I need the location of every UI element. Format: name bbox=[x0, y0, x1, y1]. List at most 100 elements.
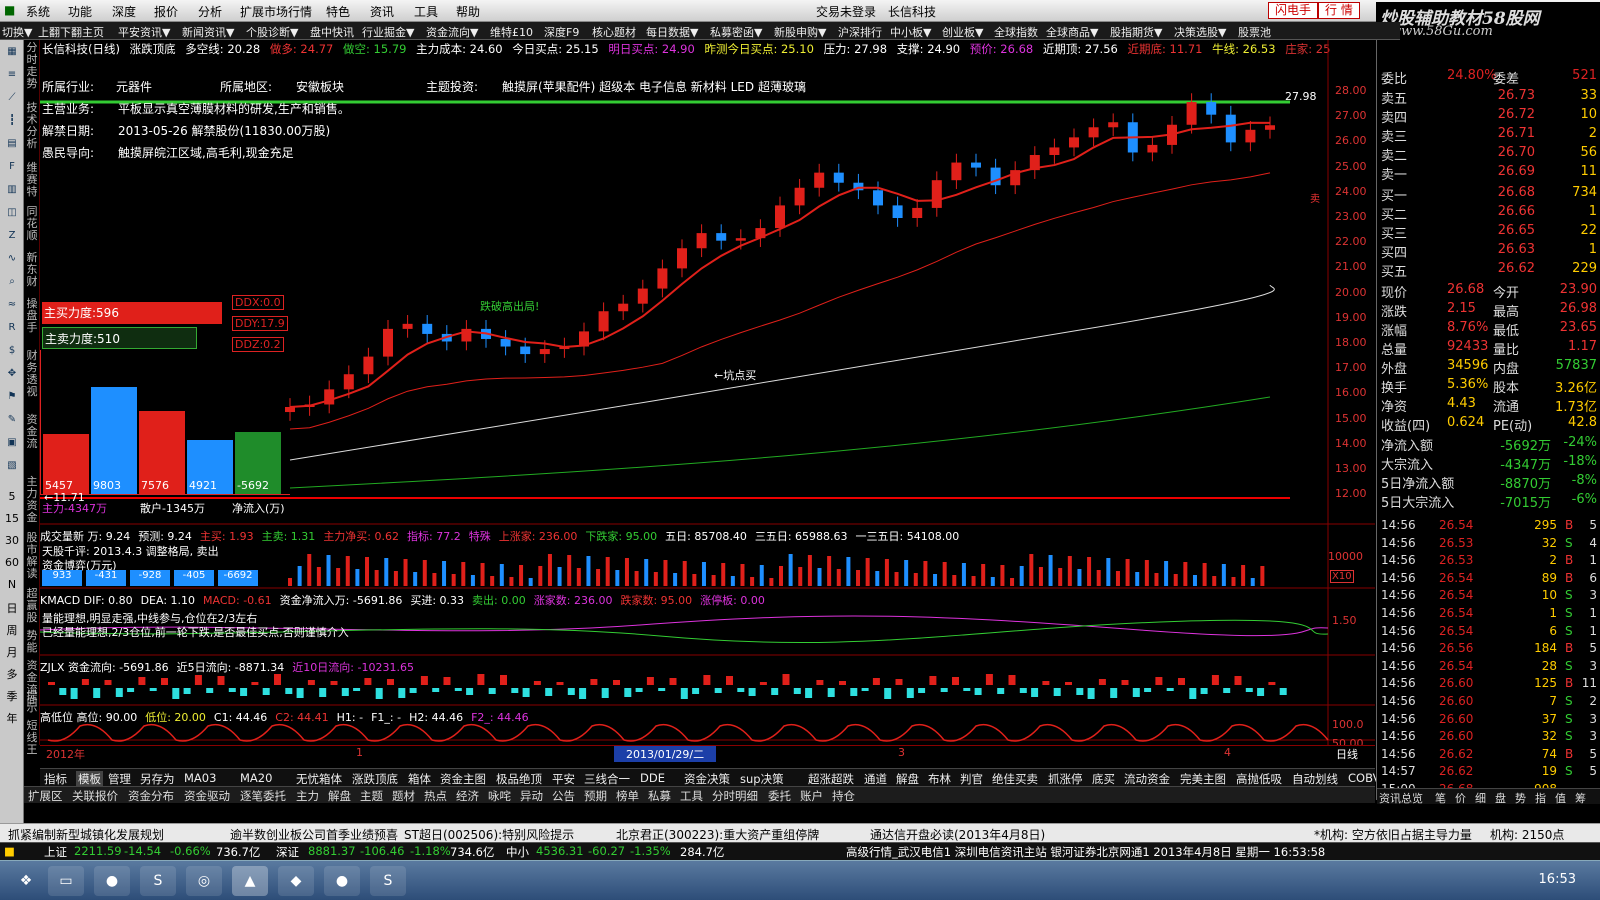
news-item[interactable]: 逾半数创业板公司首季业绩预喜 bbox=[230, 826, 398, 843]
order-book-row[interactable]: 卖四 26.72 10 bbox=[1381, 107, 1597, 126]
vertical-tab[interactable]: 股市解读 bbox=[24, 532, 40, 580]
news-item[interactable]: 北京君正(300223):重大资产重组停牌 bbox=[616, 826, 819, 843]
vertical-tab[interactable]: 主力资金 bbox=[24, 476, 40, 524]
vertical-tab[interactable]: 超赢股 bbox=[24, 588, 40, 624]
extension-tab[interactable]: 分时明细 bbox=[712, 788, 758, 804]
quote-tab[interactable]: 势 bbox=[1515, 790, 1526, 806]
extension-tab[interactable]: 咏咤 bbox=[488, 788, 511, 804]
start-icon[interactable]: ❖ bbox=[8, 866, 44, 896]
indicator-tab[interactable]: 模板 bbox=[76, 771, 103, 787]
indicator-tab[interactable]: 另存为 bbox=[140, 771, 175, 787]
period-button[interactable]: 30 bbox=[3, 534, 21, 550]
flash-trade-button[interactable]: 闪电手 bbox=[1268, 2, 1319, 19]
order-book-row[interactable]: 卖三 26.71 2 bbox=[1381, 126, 1597, 145]
vertical-tab[interactable]: 短线王 bbox=[24, 720, 40, 756]
extension-tab[interactable]: 资金分布 bbox=[128, 788, 174, 804]
indicator-tab[interactable]: 平安 bbox=[552, 771, 575, 787]
extension-tab[interactable]: 账户 bbox=[800, 788, 823, 804]
list-icon[interactable]: ≡ bbox=[3, 69, 21, 85]
toolbar-item[interactable]: 维特£10 bbox=[490, 24, 533, 40]
indicator-tab[interactable]: sup决策 bbox=[740, 771, 784, 787]
indicator-tab[interactable]: MA20 bbox=[240, 771, 272, 785]
extension-tab[interactable]: 工具 bbox=[680, 788, 703, 804]
extension-tab[interactable]: 扩展区 bbox=[28, 788, 63, 804]
app-icon-4[interactable]: ◆ bbox=[278, 866, 314, 896]
toolbar-item[interactable]: 核心题材 bbox=[592, 24, 636, 40]
indicator-tab[interactable]: 指标 bbox=[44, 771, 67, 787]
pencil-icon[interactable]: ✎ bbox=[3, 414, 21, 430]
quote-mode-button[interactable]: 行 情 bbox=[1318, 2, 1360, 19]
period-button[interactable]: 60 bbox=[3, 556, 21, 572]
toolbar-item[interactable]: 私募密函▼ bbox=[710, 24, 762, 40]
indicator-tab[interactable]: 自动划线 bbox=[1292, 771, 1338, 787]
extension-tab[interactable]: 委托 bbox=[768, 788, 791, 804]
stock-app-icon[interactable]: ▲ bbox=[232, 866, 268, 896]
move-icon[interactable]: ✥ bbox=[3, 368, 21, 384]
toolbar-item[interactable]: 平安资讯▼ bbox=[118, 24, 170, 40]
vertical-tab[interactable]: 财务透视 bbox=[24, 350, 40, 398]
order-book-row[interactable]: 买一 26.68 734 bbox=[1381, 185, 1597, 204]
vertical-tab[interactable]: 势能 bbox=[24, 630, 40, 654]
indicator-tab[interactable]: 无忧箱体 bbox=[296, 771, 342, 787]
indicator-tab[interactable]: MA03 bbox=[184, 771, 216, 785]
toolbar-item[interactable]: 新闻资讯▼ bbox=[182, 24, 234, 40]
trend-icon[interactable]: ∿ bbox=[3, 253, 21, 269]
vertical-tab[interactable]: 新东财 bbox=[24, 252, 40, 288]
app-logo-icon[interactable]: ■ bbox=[4, 3, 15, 17]
extension-tab[interactable]: 公告 bbox=[552, 788, 575, 804]
toolbar-item[interactable]: 盘中快讯 bbox=[310, 24, 354, 40]
order-book-row[interactable]: 买三 26.65 22 bbox=[1381, 223, 1597, 242]
indicator-tab[interactable]: 解盘 bbox=[896, 771, 919, 787]
menu-ext-market[interactable]: 扩展市场行情 bbox=[240, 3, 312, 20]
extension-tab[interactable]: 异动 bbox=[520, 788, 543, 804]
period-button[interactable]: 年 bbox=[3, 710, 21, 726]
quote-tab[interactable]: 值 bbox=[1555, 790, 1566, 806]
period-button[interactable]: 季 bbox=[3, 688, 21, 704]
rsi-icon[interactable]: R bbox=[3, 322, 21, 338]
menu-feature[interactable]: 特色 bbox=[326, 3, 350, 20]
indicator-tab[interactable]: 箱体 bbox=[408, 771, 431, 787]
vertical-tab[interactable]: 技术分析 bbox=[24, 102, 40, 150]
menu-help[interactable]: 帮助 bbox=[456, 3, 480, 20]
extension-tab[interactable]: 私募 bbox=[648, 788, 671, 804]
indicator-tab[interactable]: 流动资金 bbox=[1124, 771, 1170, 787]
extension-tab[interactable]: 关联报价 bbox=[72, 788, 118, 804]
quote-tab[interactable]: 笔 bbox=[1435, 790, 1446, 806]
kline-icon[interactable]: ┇ bbox=[3, 115, 21, 131]
vertical-tab[interactable]: 分时走势 bbox=[24, 42, 40, 90]
news-item[interactable]: ST超日(002506):特别风险提示 bbox=[404, 826, 574, 843]
order-book-row[interactable]: 卖一 26.69 11 bbox=[1381, 164, 1597, 183]
menu-function[interactable]: 功能 bbox=[68, 3, 92, 20]
news-item[interactable]: 通达信开盘必读(2013年4月8日) bbox=[870, 826, 1045, 843]
quote-tab[interactable]: 价 bbox=[1455, 790, 1466, 806]
period-label[interactable]: 日线 bbox=[1336, 746, 1358, 762]
toolbar-item[interactable]: 沪深排行 bbox=[838, 24, 882, 40]
indicator-tab[interactable]: 超涨超跌 bbox=[808, 771, 854, 787]
menu-system[interactable]: 系统 bbox=[26, 3, 50, 20]
toolbar-item[interactable]: 创业板▼ bbox=[942, 24, 983, 40]
sh-label[interactable]: 上证 bbox=[44, 844, 67, 860]
indicator-tab[interactable]: 管理 bbox=[108, 771, 131, 787]
explorer-icon[interactable]: ▭ bbox=[48, 866, 84, 896]
grid-icon[interactable]: ▦ bbox=[3, 46, 21, 62]
indicator-tab[interactable]: 高抛低吸 bbox=[1236, 771, 1282, 787]
news-item[interactable]: *机构: 空方依旧占据主导力量 bbox=[1314, 826, 1472, 843]
extension-tab[interactable]: 榜单 bbox=[616, 788, 639, 804]
quote-tab[interactable]: 盘 bbox=[1495, 790, 1506, 806]
fio-icon[interactable]: F bbox=[3, 161, 21, 177]
order-book-row[interactable]: 买五 26.62 229 bbox=[1381, 261, 1597, 280]
app-icon-6[interactable]: S bbox=[370, 866, 406, 896]
toolbar-item[interactable]: 深度F9 bbox=[544, 24, 579, 40]
toolbar-item[interactable]: 切换▼ bbox=[2, 24, 32, 40]
indicator-tab[interactable]: 资金主图 bbox=[440, 771, 486, 787]
vertical-tab[interactable]: 资金流 bbox=[24, 414, 40, 450]
quote-tab[interactable]: 细 bbox=[1475, 790, 1486, 806]
app-icon-2[interactable]: S bbox=[140, 866, 176, 896]
quote-tab[interactable]: 指 bbox=[1535, 790, 1546, 806]
toolbar-item[interactable]: 中小板▼ bbox=[890, 24, 931, 40]
news-item[interactable]: 抓紧编制新型城镇化发展规划 bbox=[8, 826, 164, 843]
order-book-row[interactable]: 卖五 26.73 33 bbox=[1381, 88, 1597, 107]
extension-tab[interactable]: 题材 bbox=[392, 788, 415, 804]
fiz-icon[interactable]: Z bbox=[3, 230, 21, 246]
indicator-tab[interactable]: 资金决策 bbox=[684, 771, 730, 787]
